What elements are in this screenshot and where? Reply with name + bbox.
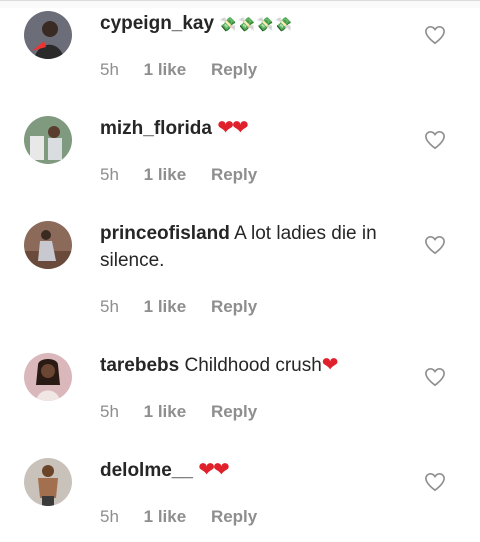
likes-count[interactable]: 1 like — [144, 402, 187, 421]
likes-count[interactable]: 1 like — [144, 60, 187, 79]
timestamp: 5h — [100, 60, 119, 79]
username-link[interactable]: delolme__ — [100, 460, 193, 481]
avatar[interactable] — [24, 221, 72, 269]
reply-button[interactable]: Reply — [211, 60, 257, 79]
reply-button[interactable]: Reply — [211, 297, 257, 316]
reply-button[interactable]: Reply — [211, 165, 257, 184]
username-link[interactable]: princeofisland — [100, 223, 230, 244]
avatar[interactable] — [24, 458, 72, 506]
comment-meta: 5h 1 like Reply — [100, 297, 277, 317]
heart-outline-icon[interactable] — [424, 367, 446, 387]
heart-emoji: ❤ — [321, 354, 339, 376]
username-link[interactable]: tarebebs — [100, 355, 179, 376]
comment-body: delolme__ ❤❤ — [100, 457, 410, 484]
hearts-emoji: ❤❤ — [198, 459, 229, 481]
heart-outline-icon[interactable] — [424, 25, 446, 45]
reply-button[interactable]: Reply — [211, 507, 257, 526]
likes-count[interactable]: 1 like — [144, 507, 187, 526]
heart-outline-icon[interactable] — [424, 472, 446, 492]
heart-outline-icon[interactable] — [424, 235, 446, 255]
comment-body: cypeign_kay 💸💸💸💸 — [100, 10, 410, 38]
comment-body: mizh_florida ❤❤ — [100, 115, 410, 142]
comment-body: tarebebs Childhood crush❤ — [100, 352, 410, 379]
comment-text: Childhood crush — [184, 355, 322, 376]
username-link[interactable]: cypeign_kay — [100, 13, 214, 34]
timestamp: 5h — [100, 297, 119, 316]
comment-meta: 5h 1 like Reply — [100, 507, 277, 527]
timestamp: 5h — [100, 402, 119, 421]
avatar[interactable] — [24, 353, 72, 401]
comment-meta: 5h 1 like Reply — [100, 60, 277, 80]
username-link[interactable]: mizh_florida — [100, 118, 212, 139]
timestamp: 5h — [100, 165, 119, 184]
timestamp: 5h — [100, 507, 119, 526]
comment-body: princeofisland A lot ladies die in silen… — [100, 220, 410, 274]
money-emoji: 💸💸💸💸 — [219, 16, 294, 32]
likes-count[interactable]: 1 like — [144, 297, 187, 316]
top-divider — [0, 0, 480, 8]
avatar[interactable] — [24, 11, 72, 59]
hearts-emoji: ❤❤ — [217, 117, 248, 139]
reply-button[interactable]: Reply — [211, 402, 257, 421]
heart-outline-icon[interactable] — [424, 130, 446, 150]
comment-meta: 5h 1 like Reply — [100, 165, 277, 185]
likes-count[interactable]: 1 like — [144, 165, 187, 184]
avatar[interactable] — [24, 116, 72, 164]
comment-meta: 5h 1 like Reply — [100, 402, 277, 422]
